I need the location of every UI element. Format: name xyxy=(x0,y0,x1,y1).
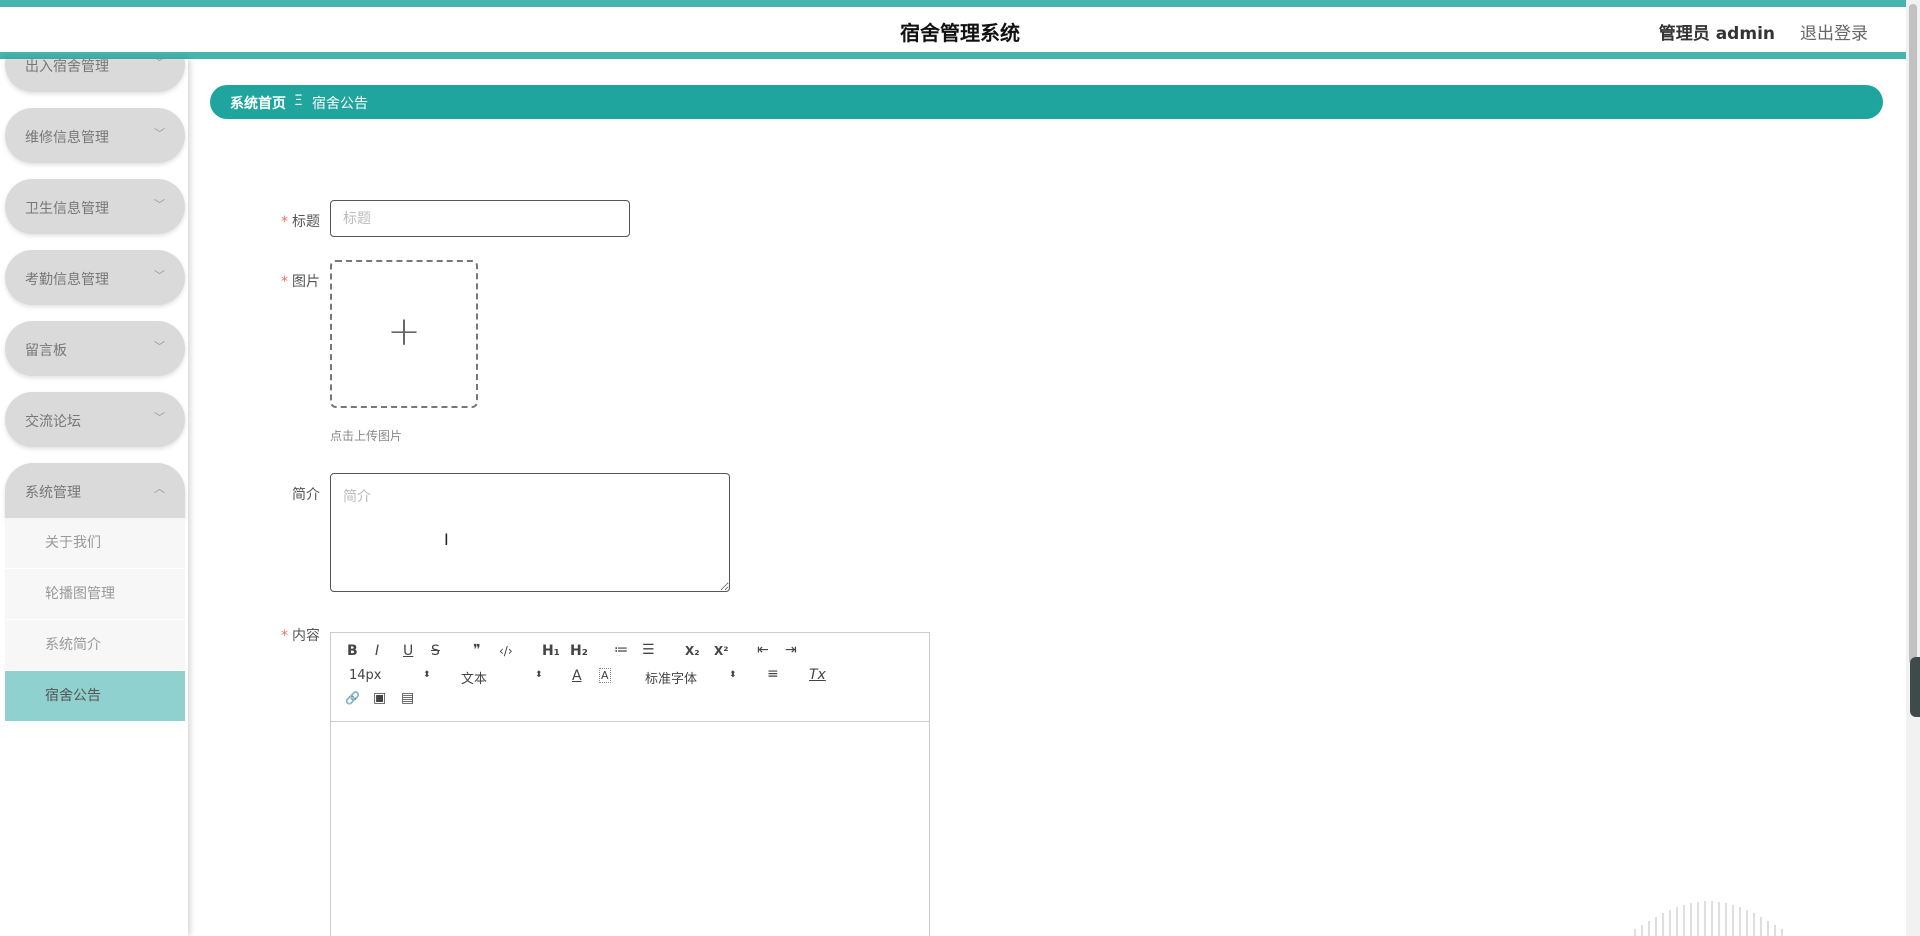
header: 宿舍管理系统 管理员 admin 退出登录 xyxy=(0,7,1920,59)
decorative-wave-graphic xyxy=(1634,901,1783,936)
top-accent-bar xyxy=(0,0,1920,7)
sidebar-item-label: 考勤信息管理 xyxy=(25,272,109,288)
required-mark: * xyxy=(281,274,288,290)
clear-format-icon[interactable]: Tx xyxy=(809,667,826,683)
plus-icon: + xyxy=(387,309,421,355)
chevron-down-icon: ﹀ xyxy=(154,340,165,353)
image-icon[interactable]: ▣ xyxy=(373,690,386,706)
align-icon[interactable]: ≡ xyxy=(767,666,779,682)
page-scrollbar[interactable] xyxy=(1906,0,1920,936)
editor-content-area[interactable] xyxy=(331,722,929,936)
summary-label: 简介 xyxy=(292,487,320,503)
text-cursor-icon: Ⅰ xyxy=(444,530,449,549)
indent-icon[interactable]: ⇥ xyxy=(785,642,797,658)
image-upload-area[interactable]: + xyxy=(330,260,478,408)
bold-icon[interactable]: B xyxy=(347,643,358,659)
image-label-text: 图片 xyxy=(292,274,320,290)
sidebar-item-forum[interactable]: 交流论坛 ﹀ xyxy=(5,392,185,447)
chevron-up-icon: ︿ xyxy=(154,482,165,495)
blockquote-icon[interactable]: ❞ xyxy=(473,642,481,658)
italic-icon[interactable]: I xyxy=(375,643,379,659)
chevron-down-icon: ﹀ xyxy=(154,411,165,424)
upload-hint: 点击上传图片 xyxy=(330,429,403,443)
sidebar-item-messages[interactable]: 留言板 ﹀ xyxy=(5,321,185,376)
app-title: 宿舍管理系统 xyxy=(900,21,1020,45)
sidebar-item-checkin[interactable]: 出入宿舍管理 ﹀ xyxy=(5,59,185,92)
breadcrumb-separator-icon: Ξ xyxy=(294,93,303,109)
font-size-select[interactable]: 14px ⬍ xyxy=(349,668,433,683)
title-input[interactable] xyxy=(330,200,630,237)
sidebar-item-label: 留言板 xyxy=(25,343,67,359)
system-submenu: 关于我们 轮播图管理 系统简介 宿舍公告 xyxy=(5,518,185,722)
heading1-icon[interactable]: H₁ xyxy=(542,643,560,659)
chevron-down-icon: ﹀ xyxy=(154,127,165,140)
sidebar-item-system[interactable]: 系统管理 ︿ xyxy=(5,463,185,518)
breadcrumb-current: 宿舍公告 xyxy=(312,96,368,112)
chevron-down-icon: ﹀ xyxy=(154,198,165,211)
current-user: 管理员 admin xyxy=(1658,24,1775,44)
chevron-down-icon: ﹀ xyxy=(154,59,165,69)
video-icon[interactable]: ▤ xyxy=(401,690,414,706)
subscript-icon[interactable]: X₂ xyxy=(685,644,700,658)
submenu-item-notice[interactable]: 宿舍公告 xyxy=(5,671,185,722)
sidebar-item-repair[interactable]: 维修信息管理 ﹀ xyxy=(5,108,185,163)
side-widget-tab[interactable] xyxy=(1910,657,1920,717)
submenu-item-carousel[interactable]: 轮播图管理 xyxy=(5,569,185,620)
font-color-icon[interactable]: A xyxy=(572,668,582,684)
scrollbar-thumb[interactable] xyxy=(1909,4,1917,664)
header-value: 文本 xyxy=(461,672,488,687)
background-color-icon[interactable]: A xyxy=(599,668,611,683)
select-arrows-icon: ⬍ xyxy=(423,670,431,680)
breadcrumb-home[interactable]: 系统首页 xyxy=(230,93,286,113)
sidebar-item-label: 系统管理 xyxy=(25,485,81,501)
heading2-icon[interactable]: H₂ xyxy=(570,643,588,659)
link-icon[interactable]: 🔗 xyxy=(345,691,360,705)
ordered-list-icon[interactable]: ≔ xyxy=(614,642,628,658)
outdent-icon[interactable]: ⇤ xyxy=(757,642,769,658)
required-mark: * xyxy=(281,628,288,644)
sidebar-item-label: 卫生信息管理 xyxy=(25,201,109,217)
sidebar-item-label: 维修信息管理 xyxy=(25,130,109,146)
strikethrough-icon[interactable]: S xyxy=(431,643,440,659)
submenu-item-intro[interactable]: 系统简介 xyxy=(5,620,185,671)
font-size-value: 14px xyxy=(349,668,382,683)
logout-link[interactable]: 退出登录 xyxy=(1800,19,1868,44)
font-family-value: 标准字体 xyxy=(645,672,698,687)
bullet-list-icon[interactable]: ☰ xyxy=(642,642,655,658)
breadcrumb: 系统首页 Ξ 宿舍公告 xyxy=(210,85,1883,119)
chevron-down-icon: ﹀ xyxy=(154,269,165,282)
rich-text-editor: B I U S ❞ ‹/› H₁ H₂ ≔ ☰ X₂ X² ⇤ ⇥ 14px ⬍… xyxy=(330,632,930,936)
required-mark: * xyxy=(281,214,288,230)
content-label: * 内容 xyxy=(260,625,320,645)
submenu-item-about[interactable]: 关于我们 xyxy=(5,518,185,569)
superscript-icon[interactable]: X² xyxy=(714,644,729,658)
select-arrows-icon: ⬍ xyxy=(729,670,737,680)
select-arrows-icon: ⬍ xyxy=(535,670,543,680)
code-block-icon[interactable]: ‹/› xyxy=(499,644,513,658)
sidebar-item-label: 交流论坛 xyxy=(25,414,81,430)
font-family-select[interactable]: 标准字体 ⬍ xyxy=(645,668,737,687)
header-select[interactable]: 文本 ⬍ xyxy=(461,668,545,687)
image-label: * 图片 xyxy=(260,271,320,291)
sidebar-item-hygiene[interactable]: 卫生信息管理 ﹀ xyxy=(5,179,185,234)
sidebar-item-label: 出入宿舍管理 xyxy=(25,59,109,75)
underline-icon[interactable]: U xyxy=(403,643,413,659)
title-label: * 标题 xyxy=(260,211,320,231)
title-label-text: 标题 xyxy=(292,214,320,230)
summary-textarea[interactable] xyxy=(330,473,730,592)
editor-toolbar: B I U S ❞ ‹/› H₁ H₂ ≔ ☰ X₂ X² ⇤ ⇥ 14px ⬍… xyxy=(331,633,929,722)
sidebar-item-attendance[interactable]: 考勤信息管理 ﹀ xyxy=(5,250,185,305)
sidebar: 出入宿舍管理 ﹀ 维修信息管理 ﹀ 卫生信息管理 ﹀ 考勤信息管理 ﹀ 留言板 … xyxy=(0,59,188,936)
content-label-text: 内容 xyxy=(292,628,320,644)
